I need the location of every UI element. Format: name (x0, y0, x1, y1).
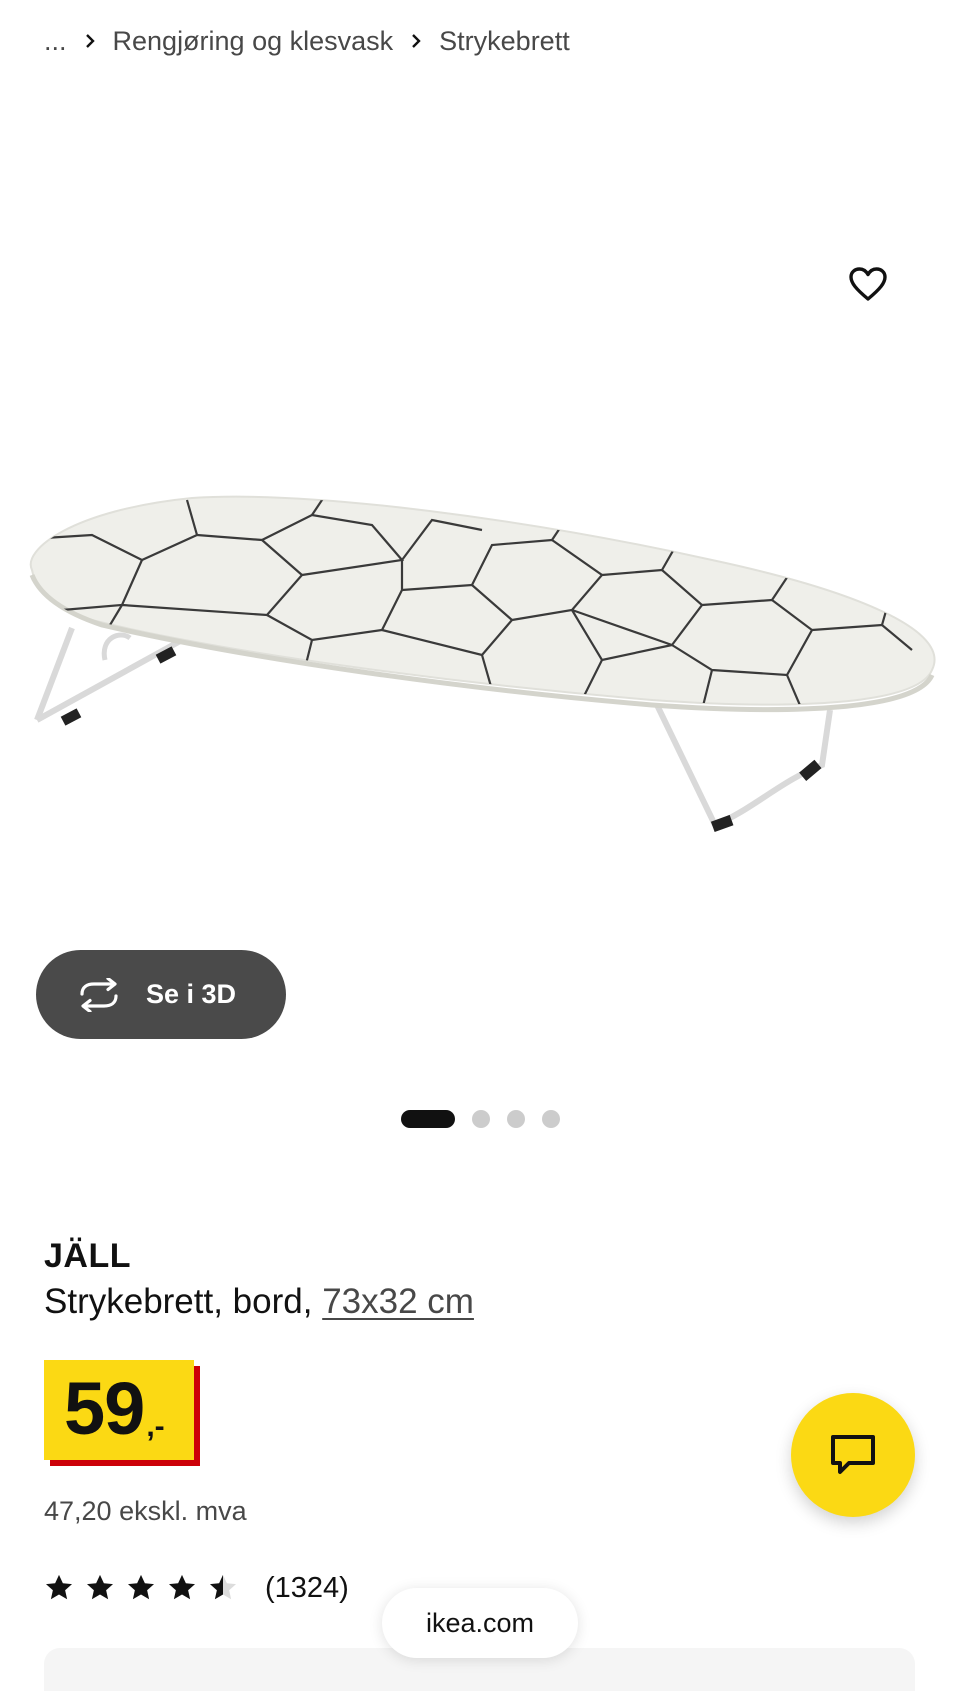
product-description: Strykebrett, bord, 73x32 cm (44, 1282, 474, 1322)
price-tag: 59 ,- (44, 1360, 194, 1460)
star-full-icon (87, 1574, 113, 1600)
view-in-3d-label: Se i 3D (146, 979, 237, 1009)
star-full-icon (128, 1574, 154, 1600)
rotate-3d-icon (80, 977, 118, 1012)
breadcrumb-item-ironing-boards[interactable]: Strykebrett (439, 26, 570, 57)
star-full-icon (46, 1574, 72, 1600)
pagination-dot[interactable] (541, 1110, 560, 1128)
chevron-right-icon (67, 32, 113, 50)
product-image-ironing-board (29, 495, 936, 833)
breadcrumb-item-cleaning[interactable]: Rengjøring og klesvask (113, 26, 394, 57)
chat-button[interactable] (791, 1393, 915, 1517)
chevron-right-icon (393, 32, 439, 50)
product-name: JÄLL (44, 1237, 131, 1275)
star-half-icon (210, 1574, 236, 1600)
breadcrumb-ellipsis[interactable]: ... (44, 26, 67, 57)
pagination-dot[interactable] (506, 1110, 525, 1128)
star-full-icon (169, 1574, 195, 1600)
favorite-heart-icon[interactable] (840, 256, 896, 312)
price-suffix: ,- (146, 1410, 165, 1443)
pagination-dot-active[interactable] (400, 1110, 455, 1128)
breadcrumb: ... Rengjøring og klesvask Strykebrett (44, 18, 570, 64)
gallery-pagination (0, 1109, 960, 1129)
product-type: Strykebrett, bord, (44, 1282, 313, 1321)
browser-url-pill[interactable]: ikea.com (382, 1588, 578, 1658)
view-in-3d-button[interactable]: Se i 3D (36, 950, 286, 1039)
price-ex-vat: 47,20 ekskl. mva (44, 1496, 247, 1526)
chat-bubble-icon (831, 1435, 875, 1474)
price-integer: 59 (64, 1367, 145, 1450)
product-gallery[interactable]: Se i 3D (0, 80, 960, 1130)
rating-count: (1324) (265, 1571, 349, 1604)
product-rating[interactable]: (1324) (44, 1566, 349, 1610)
product-size-link[interactable]: 73x32 cm (322, 1282, 474, 1321)
pagination-dot[interactable] (471, 1110, 490, 1128)
